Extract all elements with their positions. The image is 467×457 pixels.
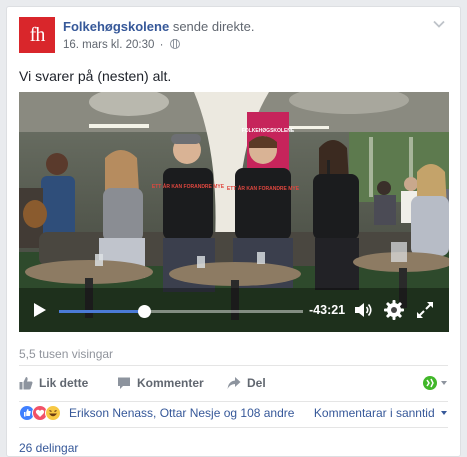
author-name-link[interactable]: Folkehøgskolene [63, 19, 169, 34]
author-action-text: sende direkte. [172, 19, 255, 34]
post-card: fh Folkehøgskolene sende direkte. 16. ma… [6, 6, 461, 457]
comment-order-label: Kommentarar i sanntid [313, 406, 435, 420]
page-logo[interactable]: fh [19, 17, 55, 53]
time-remaining: -43:21 [309, 303, 346, 317]
author-line: Folkehøgskolene sende direkte. [63, 19, 255, 34]
comment-order-dropdown[interactable]: Kommentarar i sanntid [314, 406, 448, 420]
comment-icon [118, 377, 130, 389]
video-player[interactable]: FOLKEHØGSKOLENE ETT ÅR KAN FORANDRE MYE … [19, 92, 449, 332]
reaction-icons[interactable] [19, 404, 65, 422]
share-label: Del [247, 376, 266, 390]
progress-bar[interactable] [59, 305, 303, 318]
volume-icon[interactable] [353, 300, 373, 320]
globe-icon[interactable] [169, 39, 180, 49]
post-timestamp[interactable]: 16. mars kl. 20:30 [63, 39, 154, 51]
fullscreen-icon[interactable] [415, 300, 435, 320]
comment-button[interactable]: Kommenter [117, 369, 204, 397]
comment-label: Kommenter [137, 376, 204, 390]
reaction-selector[interactable] [422, 375, 448, 391]
progress-fill [59, 310, 145, 313]
reactions-summary: Erikson Nenass, Ottar Nesje og 108 andre… [19, 404, 448, 422]
view-count: 5,5 tusen visingar [19, 347, 114, 361]
banner-text: FOLKEHØGSKOLENE [242, 128, 295, 134]
shirt-text-2: ETT ÅR KAN FORANDRE MYE [227, 185, 300, 192]
thumbs-up-icon [19, 377, 33, 390]
reactors-link[interactable]: Erikson Nenass, Ottar Nesje og 108 andre [69, 406, 294, 420]
haha-icon [45, 405, 61, 421]
green-globe-icon [423, 376, 437, 390]
shirt-text: ETT ÅR KAN FORANDRE MYE [152, 183, 225, 190]
like-label: Lik dette [39, 376, 89, 390]
post-header: fh Folkehøgskolene sende direkte. 16. ma… [19, 17, 448, 59]
settings-gear-icon[interactable] [383, 299, 405, 321]
divider [19, 365, 448, 366]
chevron-down-icon [441, 381, 447, 385]
share-button[interactable]: Del [227, 369, 266, 397]
video-controls: -43:21 [19, 288, 449, 332]
divider [19, 401, 448, 402]
caret-down-icon [441, 411, 447, 415]
action-bar: Lik dette Kommenter Del [19, 369, 448, 397]
meta-separator: · [159, 39, 164, 51]
share-icon [227, 377, 241, 389]
share-count-link[interactable]: 26 delingar [19, 441, 78, 455]
progress-handle[interactable] [138, 305, 152, 318]
chevron-down-icon[interactable] [432, 17, 446, 31]
play-icon[interactable] [33, 302, 47, 318]
divider [19, 427, 448, 428]
post-text: Vi svarer på (nesten) alt. [19, 68, 172, 84]
post-meta: 16. mars kl. 20:30 · [63, 39, 180, 51]
like-button[interactable]: Lik dette [19, 369, 88, 397]
